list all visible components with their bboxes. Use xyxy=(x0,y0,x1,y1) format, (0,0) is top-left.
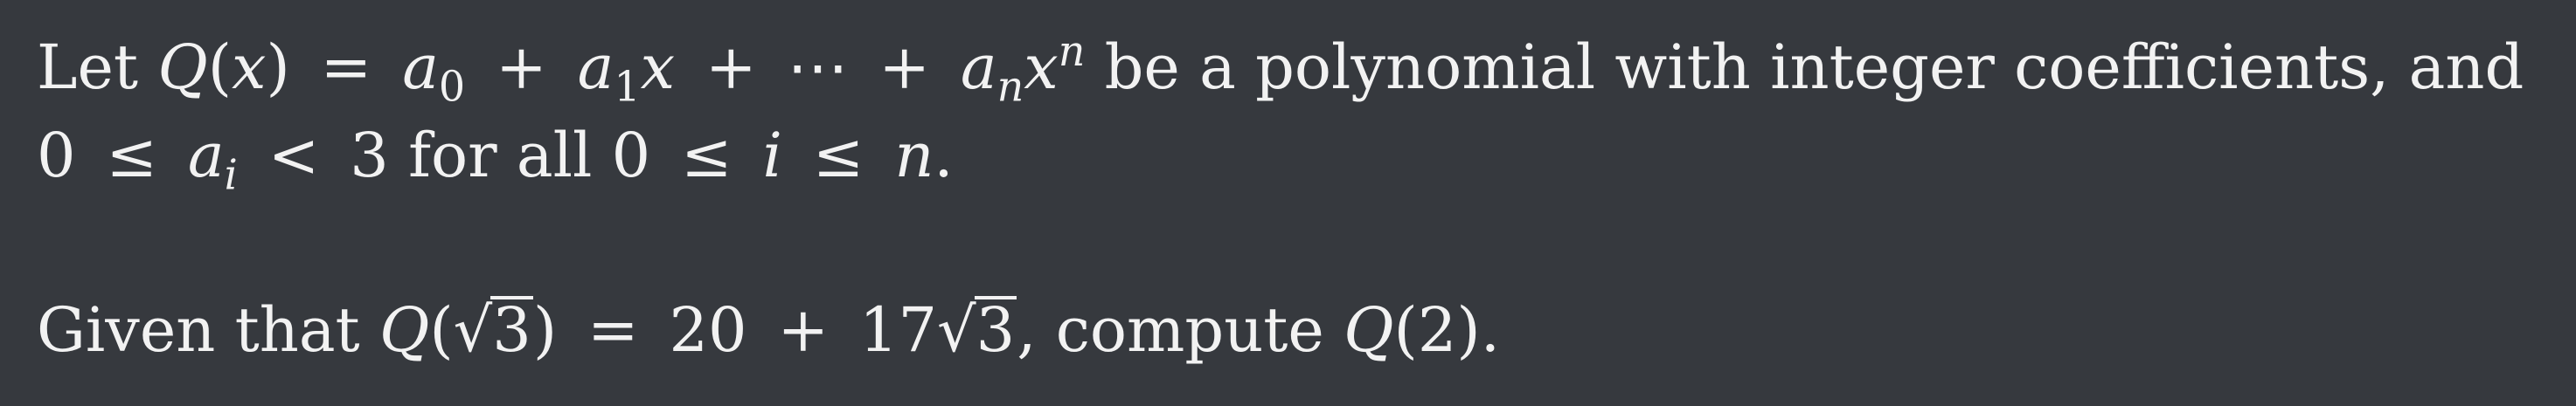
math-equals: = xyxy=(320,31,372,103)
math-x: x xyxy=(640,31,676,103)
words-compute: , compute xyxy=(1017,294,1324,366)
math-plus-1: + xyxy=(496,31,547,103)
sqrt-sign: √ xyxy=(453,294,493,366)
math-sub-i: i xyxy=(224,151,238,200)
math-zero: 0 xyxy=(37,120,76,191)
sqrt-radicand: 3 xyxy=(490,294,533,366)
sqrt-radicand: 3 xyxy=(974,294,1017,366)
math-plus-2: + xyxy=(705,31,757,103)
math-a: a xyxy=(960,31,997,103)
math-a0: a0 xyxy=(402,31,465,108)
math-zero-2: 0 xyxy=(611,120,651,191)
math-sup-n: n xyxy=(1058,27,1086,76)
math-n: n xyxy=(894,120,934,191)
line1-tail-text: be a polynomial with integer coefficient… xyxy=(1104,31,2524,103)
math-Q: Q xyxy=(378,294,430,366)
math-Q: Q xyxy=(157,31,208,103)
math-equals: = xyxy=(587,294,639,366)
math-sub-0: 0 xyxy=(438,63,466,112)
math-i: i xyxy=(762,120,782,191)
math-cdots: ⋯ xyxy=(787,31,849,103)
math-le-2: ≤ xyxy=(681,120,733,191)
math-x: x xyxy=(1024,31,1059,103)
math-sqrt-3-second: √3 xyxy=(937,296,1017,361)
problem-line-2: 0 ≤ ai < 3 for all 0 ≤ i ≤ n. xyxy=(37,125,954,196)
math-le-3: ≤ xyxy=(812,120,864,191)
math-a1x: a1x xyxy=(577,31,676,108)
word-let: Let xyxy=(37,31,139,103)
math-sub-1: 1 xyxy=(614,63,641,112)
math-sub-n: n xyxy=(996,63,1024,112)
period: . xyxy=(934,120,954,191)
math-Q: Q xyxy=(1344,294,1394,366)
math-open-paren: ( xyxy=(207,31,233,103)
words-for-all: for all xyxy=(408,120,593,191)
math-seventeen: 17 xyxy=(858,294,938,366)
math-ai: ai xyxy=(187,120,238,196)
math-a: a xyxy=(577,31,614,103)
math-a: a xyxy=(402,31,439,103)
math-x: x xyxy=(232,31,267,103)
math-lt: < xyxy=(267,120,320,191)
math-three: 3 xyxy=(350,120,389,191)
problem-line-1: Let Q(x) = a0 + a1x + ⋯ + anxn be a poly… xyxy=(37,31,2524,108)
problem-line-3: Given that Q(√3) = 20 + 17√3, compute Q(… xyxy=(37,296,1500,361)
words-given-that: Given that xyxy=(37,294,360,366)
math-sqrt-3: √3 xyxy=(454,296,533,361)
math-arg-2: (2) xyxy=(1393,294,1481,366)
math-close-paren: ) xyxy=(532,294,558,366)
math-open-paren: ( xyxy=(429,294,454,366)
math-close-paren: ) xyxy=(266,31,290,103)
math-le-1: ≤ xyxy=(106,120,158,191)
sqrt-sign: √ xyxy=(937,294,976,366)
math-plus: + xyxy=(777,294,830,366)
math-a: a xyxy=(187,120,225,191)
math-anxn: anxn xyxy=(960,27,1086,108)
math-plus-3: + xyxy=(878,31,930,103)
math-twenty: 20 xyxy=(669,294,747,366)
problem-statement: Let Q(x) = a0 + a1x + ⋯ + anxn be a poly… xyxy=(0,0,2576,406)
period: . xyxy=(1480,294,1500,366)
